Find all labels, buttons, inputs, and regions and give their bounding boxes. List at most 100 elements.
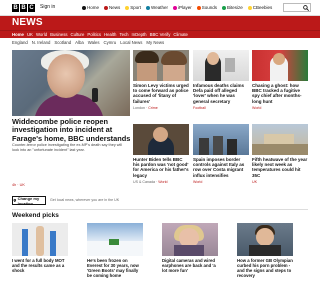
story-image [133,124,189,155]
nav-label: News [109,5,121,10]
subnav-item-climate[interactable]: Climate [173,32,188,37]
story-card[interactable]: Hunter Biden tells BBC his pardon was 'n… [133,124,189,184]
weather-icon [146,5,151,10]
subnav-item-tech[interactable]: Tech [119,32,128,37]
section-title[interactable]: NEWS [12,17,43,28]
nav-label: Bitesize [227,5,243,10]
microphone-icon [92,88,98,102]
nav-label: Sounds [201,5,218,10]
hero-meta: 4h · UK [12,183,25,187]
divider [12,209,308,210]
nav-item-weather[interactable]: Weather [146,3,168,12]
region-item-cymru[interactable]: Cymru [104,40,117,45]
change-location-label: Change my location [17,195,40,206]
global-nav: Home News Sport Weather iPlayer Sounds B… [82,3,272,12]
story-card[interactable]: Simon Levy victims urged to come forward… [133,50,189,110]
nav-item-bitesize[interactable]: Bitesize [222,3,243,12]
subnav-item-world[interactable]: World [36,32,47,37]
story-tag: World [158,179,168,184]
sign-in-link[interactable]: Sign in [40,4,55,10]
region-item-northern-ireland[interactable]: N. Ireland [32,40,51,45]
story-title: Infamous deaths claims Defa paid off all… [193,83,245,104]
subnav-item-politics[interactable]: Politics [87,32,101,37]
weekend-pick-title: He's been frozen on Everest for 30 years… [87,258,139,278]
weekend-pick-image [87,223,143,256]
region-item-alba[interactable]: Alba [75,40,84,45]
subnav-item-indepth[interactable]: InDepth [132,32,147,37]
hero-image[interactable] [12,50,130,116]
weekend-pick-title: Digital cameras and wired earphones are … [162,258,216,273]
logo-letter: B [20,4,27,12]
subnav-item-uk[interactable]: UK [27,32,33,37]
sport-icon [125,5,130,10]
nav-label: CBeebies [252,5,273,10]
search-input[interactable] [283,3,311,12]
story-title: Fifth heatwave of the year likely next w… [252,157,308,178]
nav-item-cbeebies[interactable]: CBeebies [247,3,273,12]
story-card[interactable]: Chasing a ghost: how BBC tracked a fugit… [252,50,308,110]
region-item-local-news[interactable]: Local News [120,40,142,45]
nav-item-news[interactable]: News [104,3,120,12]
home-icon [82,5,86,10]
story-title: Hunter Biden tells BBC his pardon was 'n… [133,157,189,178]
region-item-my-news[interactable]: My News [146,40,164,45]
nav-label: iPlayer [177,5,192,10]
story-image [193,124,249,155]
cbeebies-icon [247,5,252,10]
nav-item-sounds[interactable]: Sounds [196,3,218,12]
story-meta: World [193,180,249,184]
weekend-pick-image [237,223,293,256]
region-item-wales[interactable]: Wales [88,40,100,45]
story-image [252,124,308,155]
story-card[interactable]: Fifth heatwave of the year likely next w… [252,124,308,184]
nav-label: Weather [151,5,168,10]
logo-letter: B [12,4,19,12]
nav-item-sport[interactable]: Sport [125,3,141,12]
weekend-pick-title: I went for a full body MOT and the resul… [12,258,65,273]
nav-label: Home [87,5,100,10]
logo-letter: C [28,4,35,12]
change-location-button[interactable]: Change my location [12,195,46,206]
story-tag: World [193,179,203,184]
section-subnav: Home UK World Business Culture Politics … [0,30,320,38]
story-meta: US & Canada · World [133,179,168,184]
nav-item-home[interactable]: Home [82,3,99,12]
search-icon [303,4,309,11]
hero-headline[interactable]: Widdecombe police reopen investigation i… [12,117,132,143]
story-meta: London · Crime [133,105,158,110]
subnav-item-culture[interactable]: Culture [71,32,85,37]
story-card[interactable]: Spain imposes border controls against It… [193,124,249,184]
subnav-item-health[interactable]: Health [104,32,116,37]
region-item-england[interactable]: England [12,40,28,45]
subnav-item-bbc-verify[interactable]: BBC Verify [150,32,171,37]
bbc-logo[interactable]: B B C [12,4,35,12]
story-meta-time: London [133,105,145,110]
story-image [193,50,249,81]
nav-label: Sport [130,5,142,10]
news-banner: NEWS [0,16,320,30]
change-location-note: Get local news, wherever you are in the … [50,198,120,202]
story-card[interactable]: Infamous deaths claims Defa paid off all… [193,50,249,110]
weekend-pick-title: How a former GB Olympian curbed his porn… [237,258,293,278]
story-title: Simon Levy victims urged to come forward… [133,83,189,104]
bitesize-icon [222,5,227,10]
nav-item-iplayer[interactable]: iPlayer [172,3,192,12]
region-item-scotland[interactable]: Scotland [54,40,71,45]
weekend-pick-card[interactable]: I went for a full body MOT and the resul… [12,223,68,273]
story-tag: UK [252,179,257,184]
story-meta-time: US & Canada [133,179,155,184]
story-image [133,50,189,81]
weekend-pick-image [162,223,218,256]
subnav-item-home[interactable]: Home [12,32,24,37]
top-bar: B B C Sign in Home News Sport Weather iP… [0,0,320,16]
hero-summary: Counter-terror police investigating the … [12,143,123,152]
weekend-pick-card[interactable]: Digital cameras and wired earphones are … [162,223,218,273]
weekend-picks-heading: Weekend picks [12,212,59,219]
weekend-pick-card[interactable]: He's been frozen on Everest for 30 years… [87,223,143,278]
story-meta: UK [252,180,308,184]
weekend-pick-card[interactable]: How a former GB Olympian curbed his porn… [237,223,293,278]
story-title: Chasing a ghost: how BBC tracked a fugit… [252,83,302,104]
news-icon [104,5,109,10]
location-pin-icon [13,198,17,203]
subnav-item-business[interactable]: Business [50,32,67,37]
